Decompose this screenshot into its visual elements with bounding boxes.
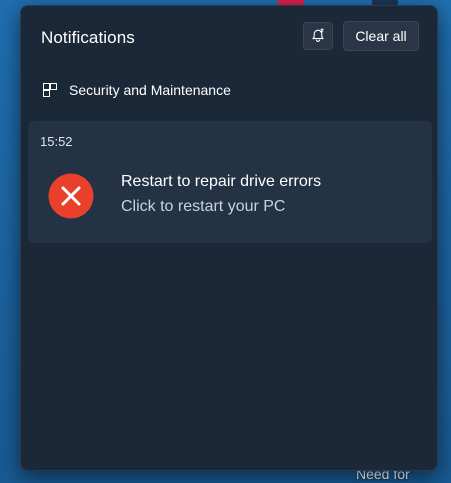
panel-title: Notifications [41,28,135,47]
notification-group-header: Security and Maintenance [43,82,231,98]
notification-group-label: Security and Maintenance [69,82,231,98]
notification-title: Restart to repair drive errors [121,173,322,190]
notification-time: 15:52 [40,134,73,149]
notification-card[interactable]: 15:52 Restart to repair drive errors Cli… [28,121,432,243]
do-not-disturb-button[interactable] [303,22,333,50]
clear-all-button[interactable]: Clear all [343,21,419,51]
error-icon [48,173,94,219]
notification-center: Notifications Clear all Security and Mai… [20,5,438,471]
security-maintenance-icon [43,83,57,97]
bell-snooze-icon [312,28,324,42]
notification-body: Click to restart your PC [121,198,286,215]
